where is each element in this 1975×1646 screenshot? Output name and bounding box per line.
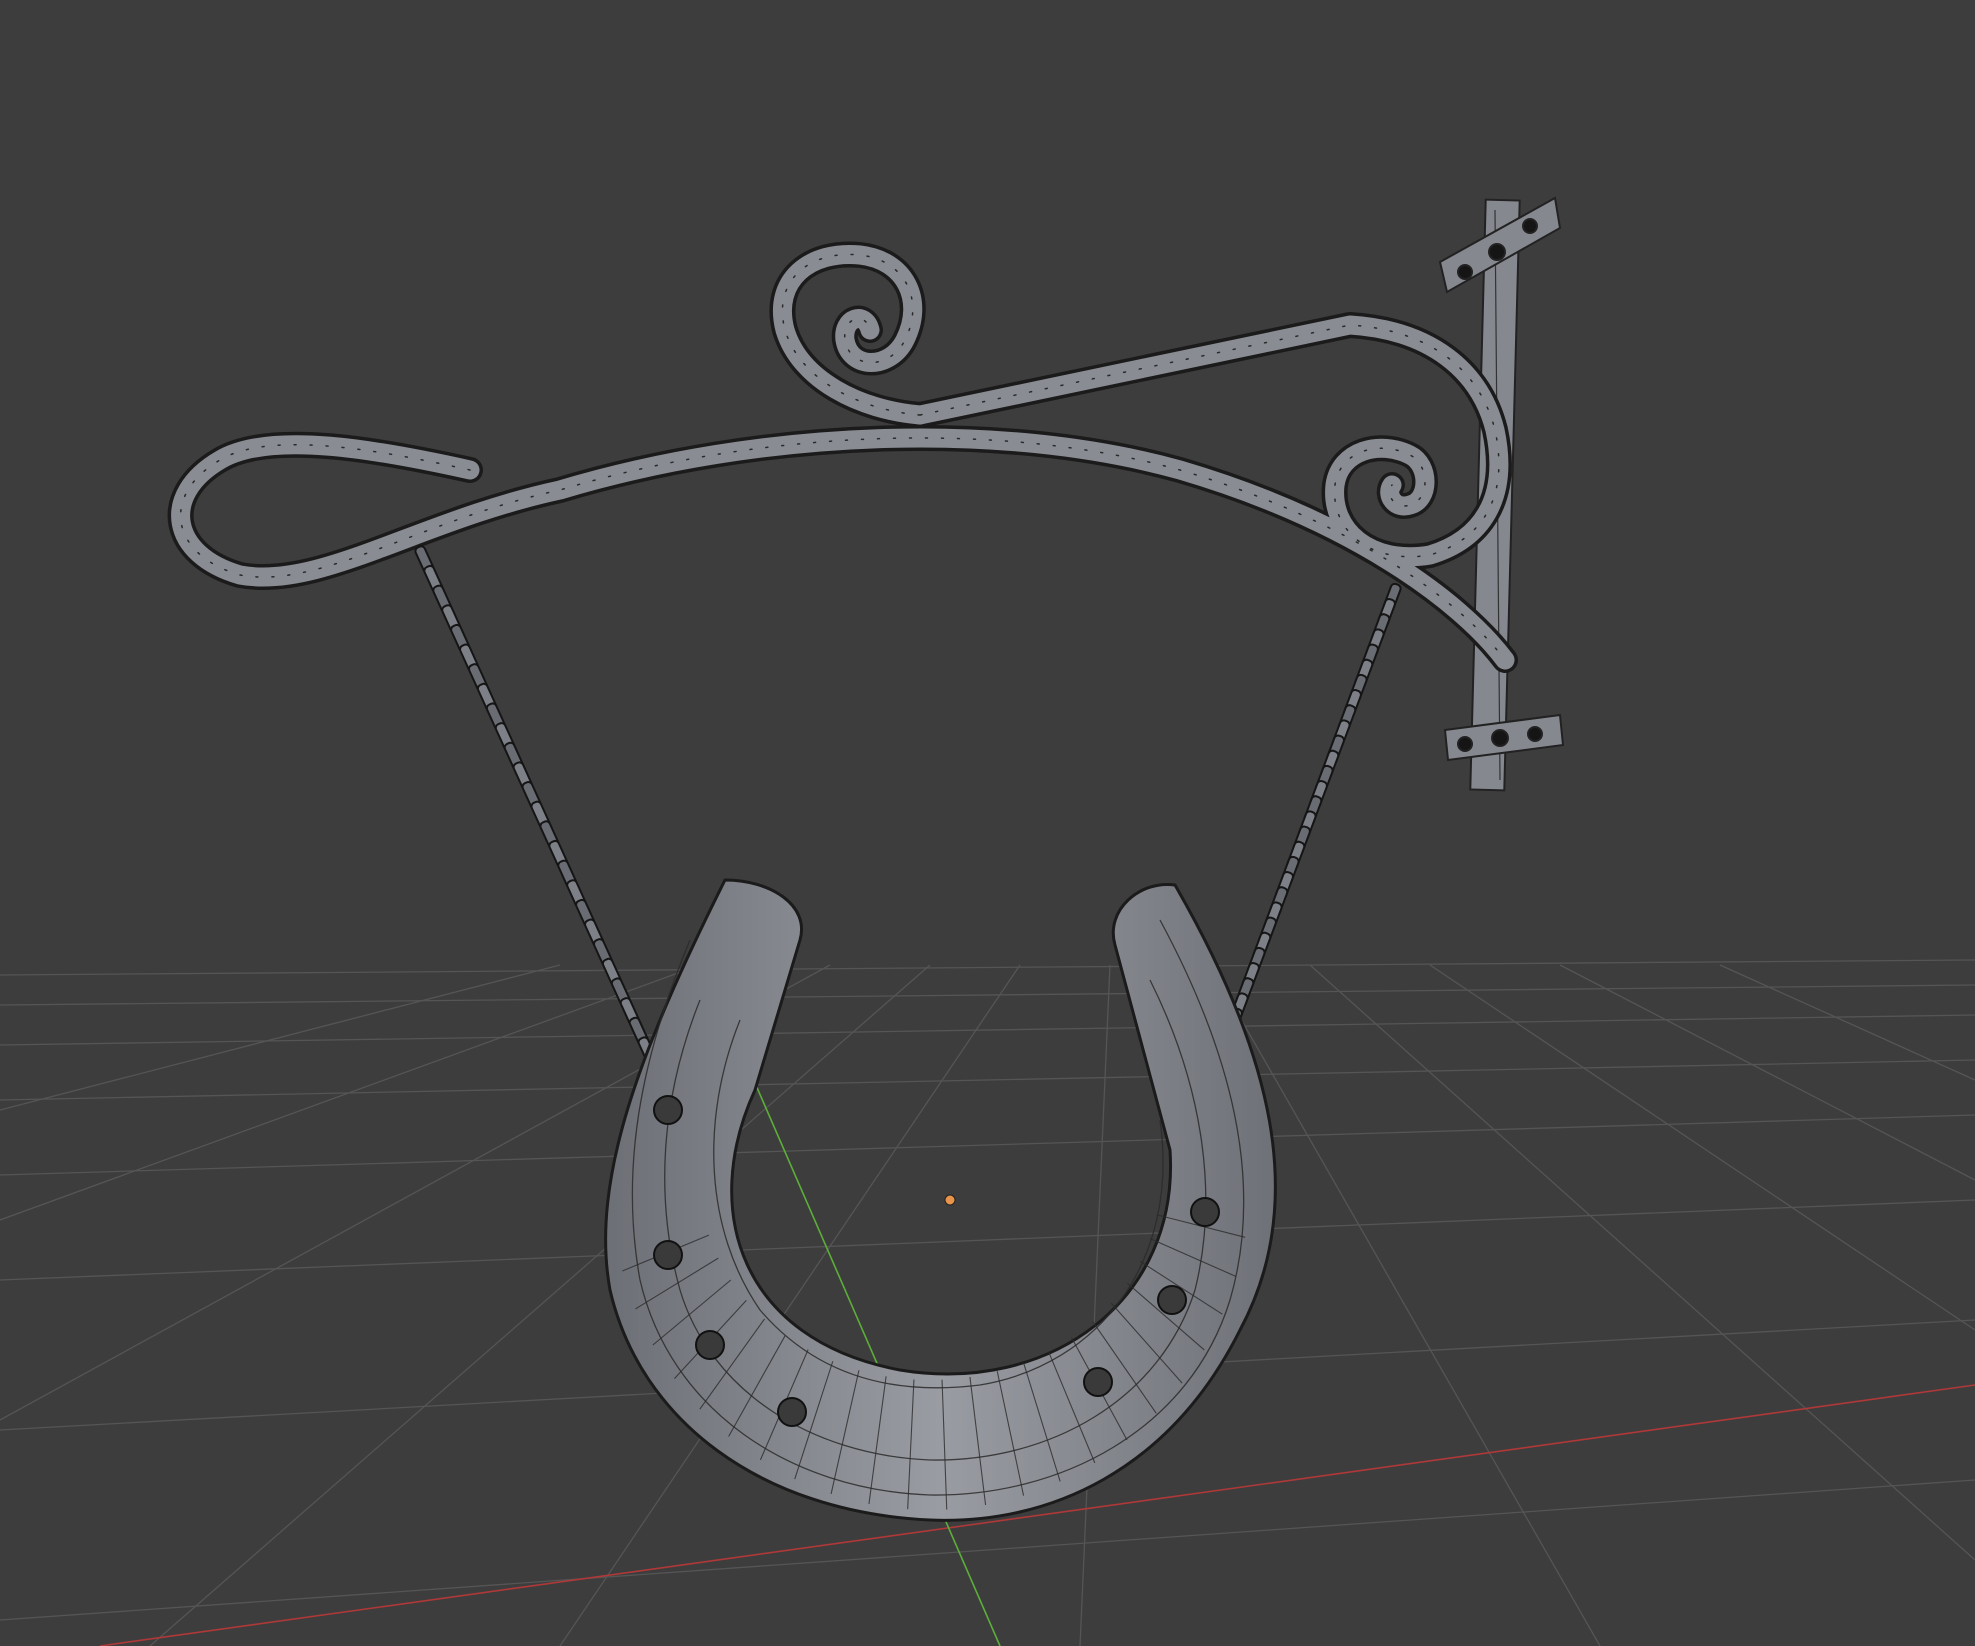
horseshoe-mesh[interactable] <box>604 878 1277 1522</box>
bracket-arm-mesh[interactable] <box>167 241 1518 673</box>
nail-hole <box>695 1330 725 1360</box>
floor-grid <box>0 959 1975 1646</box>
right-chain-mesh <box>1218 582 1402 1053</box>
nail-hole <box>1190 1197 1220 1227</box>
nail-hole <box>653 1240 683 1270</box>
viewport-canvas[interactable] <box>0 0 1975 1646</box>
3d-viewport[interactable] <box>0 0 1975 1646</box>
nail-hole <box>653 1095 683 1125</box>
nail-hole <box>777 1397 807 1427</box>
nail-hole <box>1083 1367 1113 1397</box>
world-axes <box>99 1059 1975 1646</box>
origin-marker <box>944 1194 956 1206</box>
nail-hole <box>1157 1285 1187 1315</box>
